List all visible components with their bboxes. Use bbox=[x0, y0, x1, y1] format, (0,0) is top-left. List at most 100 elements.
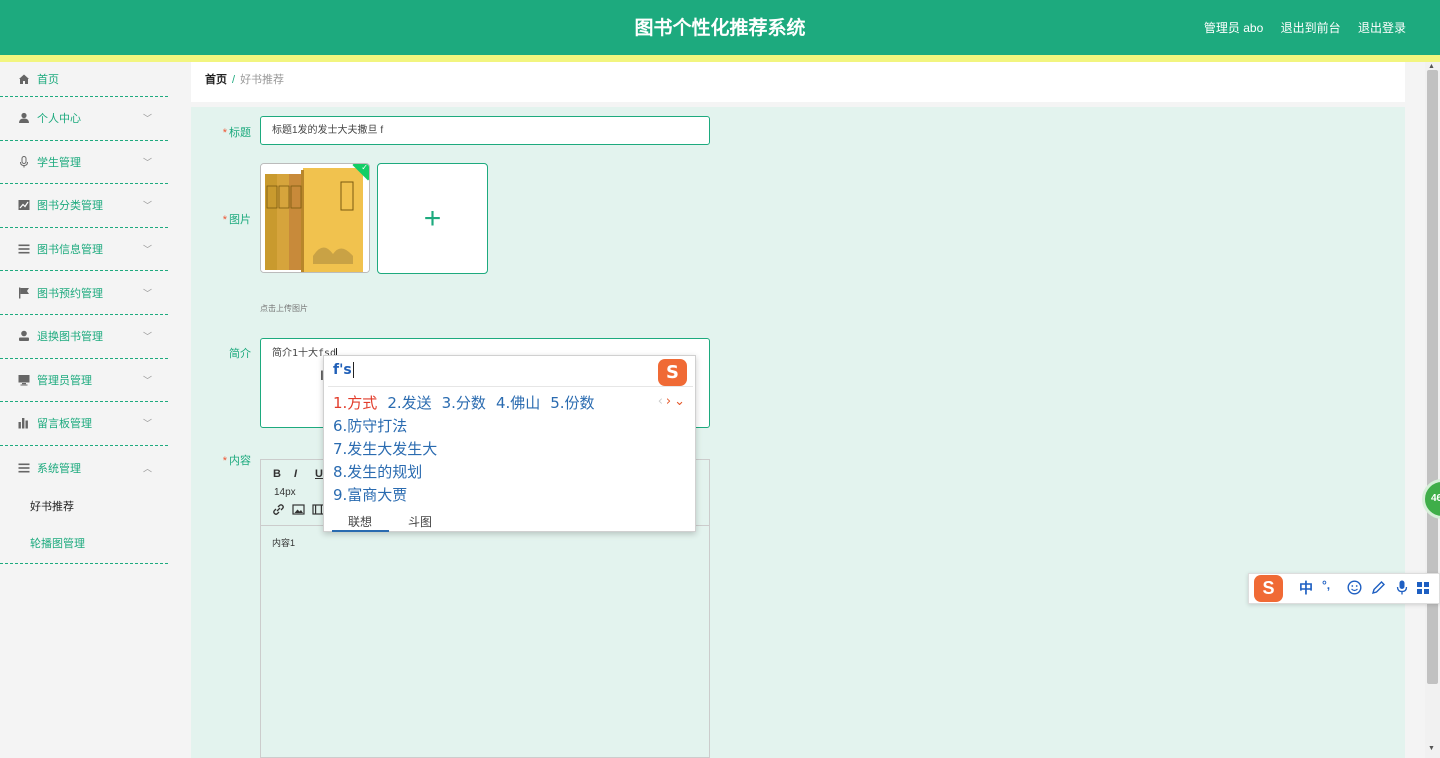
ime-candidate[interactable]: 1.方式 bbox=[333, 394, 377, 412]
bold-button[interactable]: B bbox=[273, 468, 281, 480]
scroll-up-icon[interactable]: ▲ bbox=[1428, 63, 1435, 70]
underline-button[interactable]: U bbox=[315, 468, 323, 480]
book-image-thumbnail[interactable]: ✓ bbox=[260, 163, 370, 273]
image-label: * 图片 bbox=[222, 214, 251, 226]
ime-candidate-list: 6.防守打法 7.发生大发生大 8.发生的规划 9.富商大贾 bbox=[333, 415, 437, 507]
chevron-down-icon: ﹀ bbox=[142, 244, 152, 255]
chevron-down-icon: ﹀ bbox=[142, 418, 152, 429]
ime-tabs: 联想 斗图 bbox=[324, 512, 695, 532]
sidebar-item-label: 留言板管理 bbox=[37, 418, 92, 431]
microphone-icon[interactable] bbox=[1396, 580, 1408, 598]
chart-icon bbox=[18, 199, 30, 211]
ime-candidate[interactable]: 5.份数 bbox=[550, 394, 594, 412]
chevron-down-icon: ﹀ bbox=[142, 113, 152, 124]
ime-punct-toggle[interactable]: °, bbox=[1322, 578, 1330, 592]
sidebar-item-personal[interactable]: 个人中心 ﹀ bbox=[0, 97, 168, 141]
ime-tab-assoc[interactable]: 联想 bbox=[348, 513, 372, 530]
home-icon bbox=[18, 73, 30, 85]
breadcrumb-separator: / bbox=[232, 74, 236, 86]
check-icon: ✓ bbox=[361, 163, 368, 172]
upload-tip: 点击上传图片 bbox=[260, 304, 308, 313]
sidebar-item-label: 管理员管理 bbox=[37, 374, 92, 387]
bar-chart-icon bbox=[18, 417, 30, 429]
sidebar-item-home[interactable]: 首页 bbox=[0, 62, 168, 97]
ime-candidate[interactable]: 2.发送 bbox=[387, 394, 431, 412]
ime-candidate[interactable]: 8.发生的规划 bbox=[333, 461, 437, 484]
microphone-icon bbox=[18, 155, 30, 168]
sidebar-item-label: 图书信息管理 bbox=[37, 244, 103, 257]
toolbox-icon[interactable] bbox=[1416, 581, 1430, 598]
sidebar-subitem-carousel[interactable]: 轮播图管理 bbox=[0, 526, 168, 563]
ime-candidate[interactable]: 7.发生大发生大 bbox=[333, 438, 437, 461]
person-icon bbox=[18, 112, 30, 124]
ime-next-icon[interactable]: › bbox=[666, 394, 671, 409]
ime-tab-meme[interactable]: 斗图 bbox=[408, 513, 432, 530]
image-icon[interactable] bbox=[292, 503, 305, 519]
menu-icon bbox=[18, 462, 30, 474]
sidebar-item-label: 学生管理 bbox=[37, 156, 81, 169]
breadcrumb-home[interactable]: 首页 bbox=[205, 74, 227, 86]
chevron-down-icon: ﹀ bbox=[142, 375, 152, 386]
sidebar-item-label: 首页 bbox=[37, 74, 59, 86]
sidebar-item-students[interactable]: 学生管理 ﹀ bbox=[0, 141, 168, 185]
sidebar-item-label: 图书分类管理 bbox=[37, 200, 103, 213]
ime-composition: f's bbox=[333, 362, 354, 378]
sidebar-item-messages[interactable]: 留言板管理 ﹀ bbox=[0, 402, 168, 446]
book-cover-image bbox=[261, 164, 369, 272]
list-icon bbox=[18, 243, 30, 255]
sidebar-item-book-category[interactable]: 图书分类管理 ﹀ bbox=[0, 184, 168, 228]
ime-page-nav: ‹ › ⌄ bbox=[658, 394, 685, 409]
ime-status-bar: S 中 °, bbox=[1248, 573, 1440, 604]
ime-candidate-window: f's S 1.方式 2.发送 3.分数 4.佛山 5.份数 ‹ › ⌄ 6.防守打法 7.… bbox=[323, 355, 696, 532]
chevron-up-icon: ︿ bbox=[142, 463, 152, 474]
ime-candidate[interactable]: 4.佛山 bbox=[496, 394, 540, 412]
sogou-logo-icon: S bbox=[658, 359, 687, 386]
sidebar-item-label: 系统管理 bbox=[37, 462, 81, 475]
upload-image-button[interactable]: + bbox=[377, 163, 488, 274]
emoji-icon[interactable] bbox=[1347, 580, 1362, 598]
chevron-down-icon: ﹀ bbox=[142, 200, 152, 211]
monitor-icon bbox=[18, 374, 30, 386]
ime-candidate-row: 1.方式 2.发送 3.分数 4.佛山 5.份数 bbox=[333, 392, 605, 413]
sidebar-item-label: 退换图书管理 bbox=[37, 331, 103, 344]
sidebar-item-reservation[interactable]: 图书预约管理 ﹀ bbox=[0, 271, 168, 315]
sidebar-item-book-info[interactable]: 图书信息管理 ﹀ bbox=[0, 228, 168, 272]
content-label: * 内容 bbox=[222, 455, 251, 467]
chevron-down-icon: ﹀ bbox=[142, 157, 152, 168]
ime-tab-underline bbox=[332, 530, 389, 532]
exit-to-front-link[interactable]: 退出到前台 bbox=[1281, 21, 1341, 35]
title-label: * 标题 bbox=[222, 127, 251, 139]
logout-link[interactable]: 退出登录 bbox=[1358, 21, 1406, 35]
user-icon bbox=[18, 330, 30, 342]
ime-expand-icon[interactable]: ⌄ bbox=[674, 394, 685, 409]
ime-prev-icon[interactable]: ‹ bbox=[658, 394, 663, 409]
plus-icon: + bbox=[423, 202, 442, 235]
sidebar-item-admins[interactable]: 管理员管理 ﹀ bbox=[0, 359, 168, 403]
ime-candidate[interactable]: 6.防守打法 bbox=[333, 415, 437, 438]
italic-button[interactable]: I bbox=[294, 468, 297, 480]
intro-label: 简介 bbox=[229, 348, 251, 360]
flag-icon bbox=[18, 287, 30, 299]
ime-candidate[interactable]: 3.分数 bbox=[442, 394, 486, 412]
scroll-down-icon[interactable]: ▼ bbox=[1428, 745, 1435, 752]
breadcrumb: 首页 / 好书推荐 bbox=[191, 62, 1405, 102]
sidebar: 首页 个人中心 ﹀ 学生管理 ﹀ 图书分类管理 ﹀ 图书信息管理 ﹀ 图书预约管… bbox=[0, 62, 168, 758]
title-input[interactable]: 标题1发的发士大夫撒旦 f bbox=[260, 116, 710, 145]
ime-lang-toggle[interactable]: 中 bbox=[1299, 578, 1313, 598]
pen-icon[interactable] bbox=[1371, 580, 1386, 598]
sidebar-item-label: 图书预约管理 bbox=[37, 287, 103, 300]
font-size-select[interactable]: 14px bbox=[274, 487, 296, 498]
ime-divider bbox=[328, 386, 693, 387]
sidebar-item-label: 个人中心 bbox=[37, 113, 81, 126]
link-icon[interactable] bbox=[272, 503, 285, 519]
chevron-down-icon: ﹀ bbox=[142, 331, 152, 342]
header-links: 管理员 abo 退出到前台 退出登录 bbox=[1190, 0, 1406, 57]
admin-user-link[interactable]: 管理员 abo bbox=[1204, 21, 1263, 35]
ime-candidate[interactable]: 9.富商大贾 bbox=[333, 484, 437, 507]
sidebar-item-return[interactable]: 退换图书管理 ﹀ bbox=[0, 315, 168, 359]
system-submenu: 好书推荐 轮播图管理 bbox=[0, 489, 168, 565]
sogou-logo-icon[interactable]: S bbox=[1254, 575, 1283, 602]
chevron-down-icon: ﹀ bbox=[142, 288, 152, 299]
sidebar-item-system[interactable]: 系统管理 ︿ bbox=[0, 446, 168, 490]
sidebar-subitem-recommend[interactable]: 好书推荐 bbox=[0, 489, 168, 526]
